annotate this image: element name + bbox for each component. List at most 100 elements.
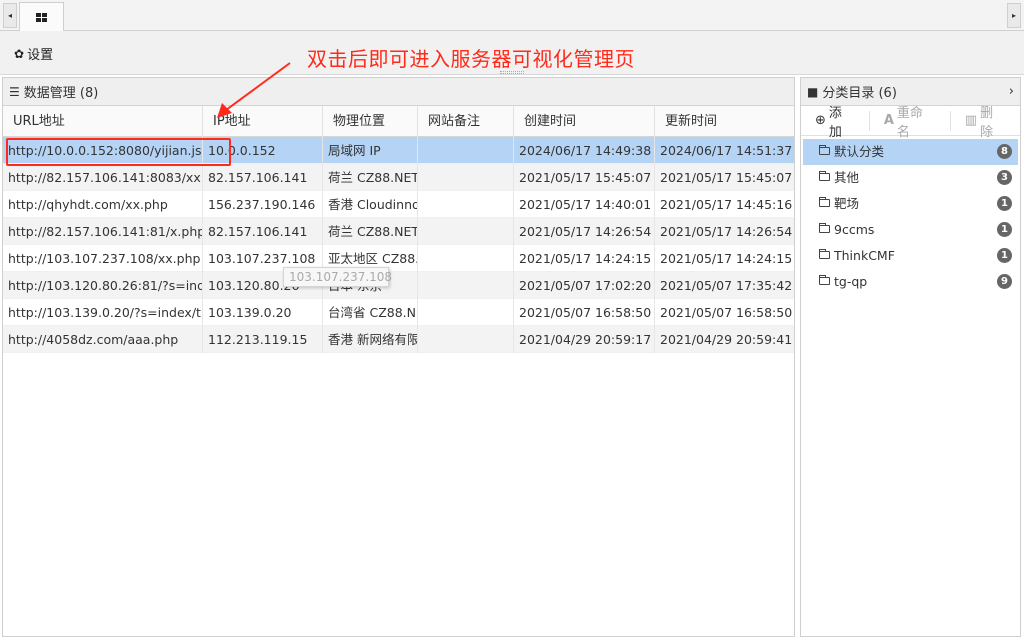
cell-location: 香港 Cloudinnovation [323, 191, 418, 218]
add-category-button[interactable]: ⊕ 添加 [801, 106, 870, 140]
cell-url: http://10.0.0.152:8080/yijian.jsp [3, 137, 203, 164]
table-row[interactable]: http://82.157.106.141:81/x.php 82.157.10… [3, 218, 794, 245]
column-header-url[interactable]: URL地址 [3, 106, 203, 137]
chevron-right-icon[interactable]: › [1009, 84, 1014, 99]
annotation-text: 双击后即可进入服务器可视化管理页 [307, 47, 635, 71]
cell-note [418, 272, 514, 299]
splitter-handle[interactable] [500, 71, 524, 74]
cell-created: 2021/05/17 14:26:54 [514, 218, 655, 245]
toolbar: ✿ 设置 双击后即可进入服务器可视化管理页 [0, 31, 1024, 75]
cell-url: http://4058dz.com/aaa.php [3, 326, 203, 353]
delete-category-button[interactable]: ▥ 删除 [951, 106, 1020, 140]
cell-tooltip: 103.107.237.108 [283, 267, 392, 287]
cell-updated: 2021/05/17 14:26:54 [660, 224, 793, 239]
tab-scroll-left-button[interactable]: ◂ [3, 3, 17, 28]
cell-created: 2021/05/07 16:58:50 [514, 299, 655, 326]
category-name: 9ccms [834, 222, 875, 237]
cell-ip: 82.157.106.141 [203, 164, 323, 191]
count-badge: 3 [997, 170, 1012, 185]
cell-updated: 2021/05/17 15:45:07 [660, 170, 793, 185]
rename-category-button[interactable]: A 重命名 [870, 106, 951, 140]
table-row[interactable]: http://103.120.80.26:81/?s=index 103.120… [3, 272, 794, 299]
category-toolbar: ⊕ 添加 A 重命名 ▥ 删除 [801, 106, 1020, 140]
column-header-created[interactable]: 创建时间 [514, 106, 655, 137]
column-header-updated[interactable]: 更新时间 [655, 106, 794, 137]
count-badge: 9 [997, 274, 1012, 289]
cell-updated: 2021/05/17 14:24:15 [660, 251, 793, 266]
cell-ip: 10.0.0.152 [203, 137, 323, 164]
category-item[interactable]: tg-qp 9 [803, 269, 1018, 295]
cell-created: 2021/04/29 20:59:17 [514, 326, 655, 353]
cell-location: 台湾省 CZ88.NET [323, 299, 418, 326]
cell-ip: 156.237.190.146 [203, 191, 323, 218]
table-row[interactable]: http://10.0.0.152:8080/yijian.jsp 10.0.0… [3, 137, 794, 164]
cell-location: 荷兰 CZ88.NET [323, 164, 418, 191]
cell-note [418, 137, 514, 164]
cell-created: 2024/06/17 14:49:38 [514, 137, 655, 164]
gear-icon: ✿ [14, 46, 25, 61]
table-body: http://10.0.0.152:8080/yijian.jsp 10.0.0… [3, 137, 794, 353]
category-panel-header: ■ 分类目录 (6) › [801, 78, 1020, 106]
count-badge: 1 [997, 248, 1012, 263]
cell-created: 2021/05/17 15:45:07 [514, 164, 655, 191]
cell-url: http://82.157.106.141:8083/xx.php [3, 164, 203, 191]
table-row[interactable]: http://82.157.106.141:8083/xx.php 82.157… [3, 164, 794, 191]
cell-updated: 2021/05/17 14:45:16 [660, 197, 793, 212]
folder-icon [819, 171, 830, 181]
data-panel-header: ☰ 数据管理 (8) [3, 78, 794, 106]
trash-icon: ▥ [964, 113, 978, 128]
tab-home[interactable] [19, 2, 64, 31]
cell-updated: 2021/05/07 16:58:50 [660, 305, 793, 320]
tab-scroll-right-button[interactable]: ▸ [1007, 3, 1021, 28]
table-row[interactable]: http://4058dz.com/aaa.php 112.213.119.15… [3, 326, 794, 353]
category-name: 其他 [834, 170, 860, 185]
font-icon: A [883, 113, 894, 128]
category-item[interactable]: 靶场 1 [803, 191, 1018, 217]
category-panel: ■ 分类目录 (6) › ⊕ 添加 A 重命名 ▥ 删除 默认分类 8 其他 3 [800, 77, 1021, 637]
cell-created: 2021/05/07 17:02:20 [514, 272, 655, 299]
data-panel-title: 数据管理 (8) [23, 86, 99, 101]
cell-updated: 2024/06/17 14:51:37 [660, 143, 793, 158]
cell-url: http://103.107.237.108/xx.php [3, 245, 203, 272]
cell-location: 局域网 IP [323, 137, 418, 164]
folder-icon [819, 197, 830, 207]
cell-url: http://qhyhdt.com/xx.php [3, 191, 203, 218]
cell-location: 香港 新网络有限公司 [323, 326, 418, 353]
category-list: 默认分类 8 其他 3 靶场 1 9ccms 1 ThinkCMF 1 tg-q… [801, 136, 1020, 295]
chevron-right-icon: ▸ [1011, 11, 1016, 20]
table-row[interactable]: http://qhyhdt.com/xx.php 156.237.190.146… [3, 191, 794, 218]
cell-note [418, 164, 514, 191]
cell-created: 2021/05/17 14:40:01 [514, 191, 655, 218]
cell-note [418, 326, 514, 353]
column-header-ip[interactable]: IP地址 [203, 106, 323, 137]
tab-bar: ◂ ▸ [0, 0, 1024, 31]
column-header-note[interactable]: 网站备注 [418, 106, 514, 137]
category-item[interactable]: 9ccms 1 [803, 217, 1018, 243]
category-item[interactable]: 其他 3 [803, 165, 1018, 191]
category-item[interactable]: ThinkCMF 1 [803, 243, 1018, 269]
rename-label: 重命名 [896, 105, 923, 140]
table-row[interactable]: http://103.139.0.20/?s=index/think 103.1… [3, 299, 794, 326]
category-panel-title: 分类目录 (6) [822, 86, 897, 101]
table-row[interactable]: http://103.107.237.108/xx.php 103.107.23… [3, 245, 794, 272]
count-badge: 8 [997, 144, 1012, 159]
category-name: ThinkCMF [834, 248, 895, 263]
grid-icon [36, 12, 47, 22]
category-item[interactable]: 默认分类 8 [803, 139, 1018, 165]
delete-label: 删除 [980, 105, 994, 140]
plus-circle-icon: ⊕ [815, 113, 826, 128]
folder-icon [819, 249, 830, 259]
cell-url: http://103.120.80.26:81/?s=index [3, 272, 203, 299]
cell-ip: 82.157.106.141 [203, 218, 323, 245]
cell-updated: 2021/05/07 17:35:42 [660, 278, 793, 293]
cell-created: 2021/05/17 14:24:15 [514, 245, 655, 272]
category-name: 靶场 [834, 196, 860, 211]
column-header-location[interactable]: 物理位置 [323, 106, 418, 137]
cell-note [418, 191, 514, 218]
count-badge: 1 [997, 196, 1012, 211]
settings-button[interactable]: ✿ 设置 [14, 44, 53, 64]
category-name: 默认分类 [834, 144, 885, 159]
cell-note [418, 299, 514, 326]
add-label: 添加 [828, 105, 842, 140]
chevron-left-icon: ◂ [7, 11, 12, 20]
